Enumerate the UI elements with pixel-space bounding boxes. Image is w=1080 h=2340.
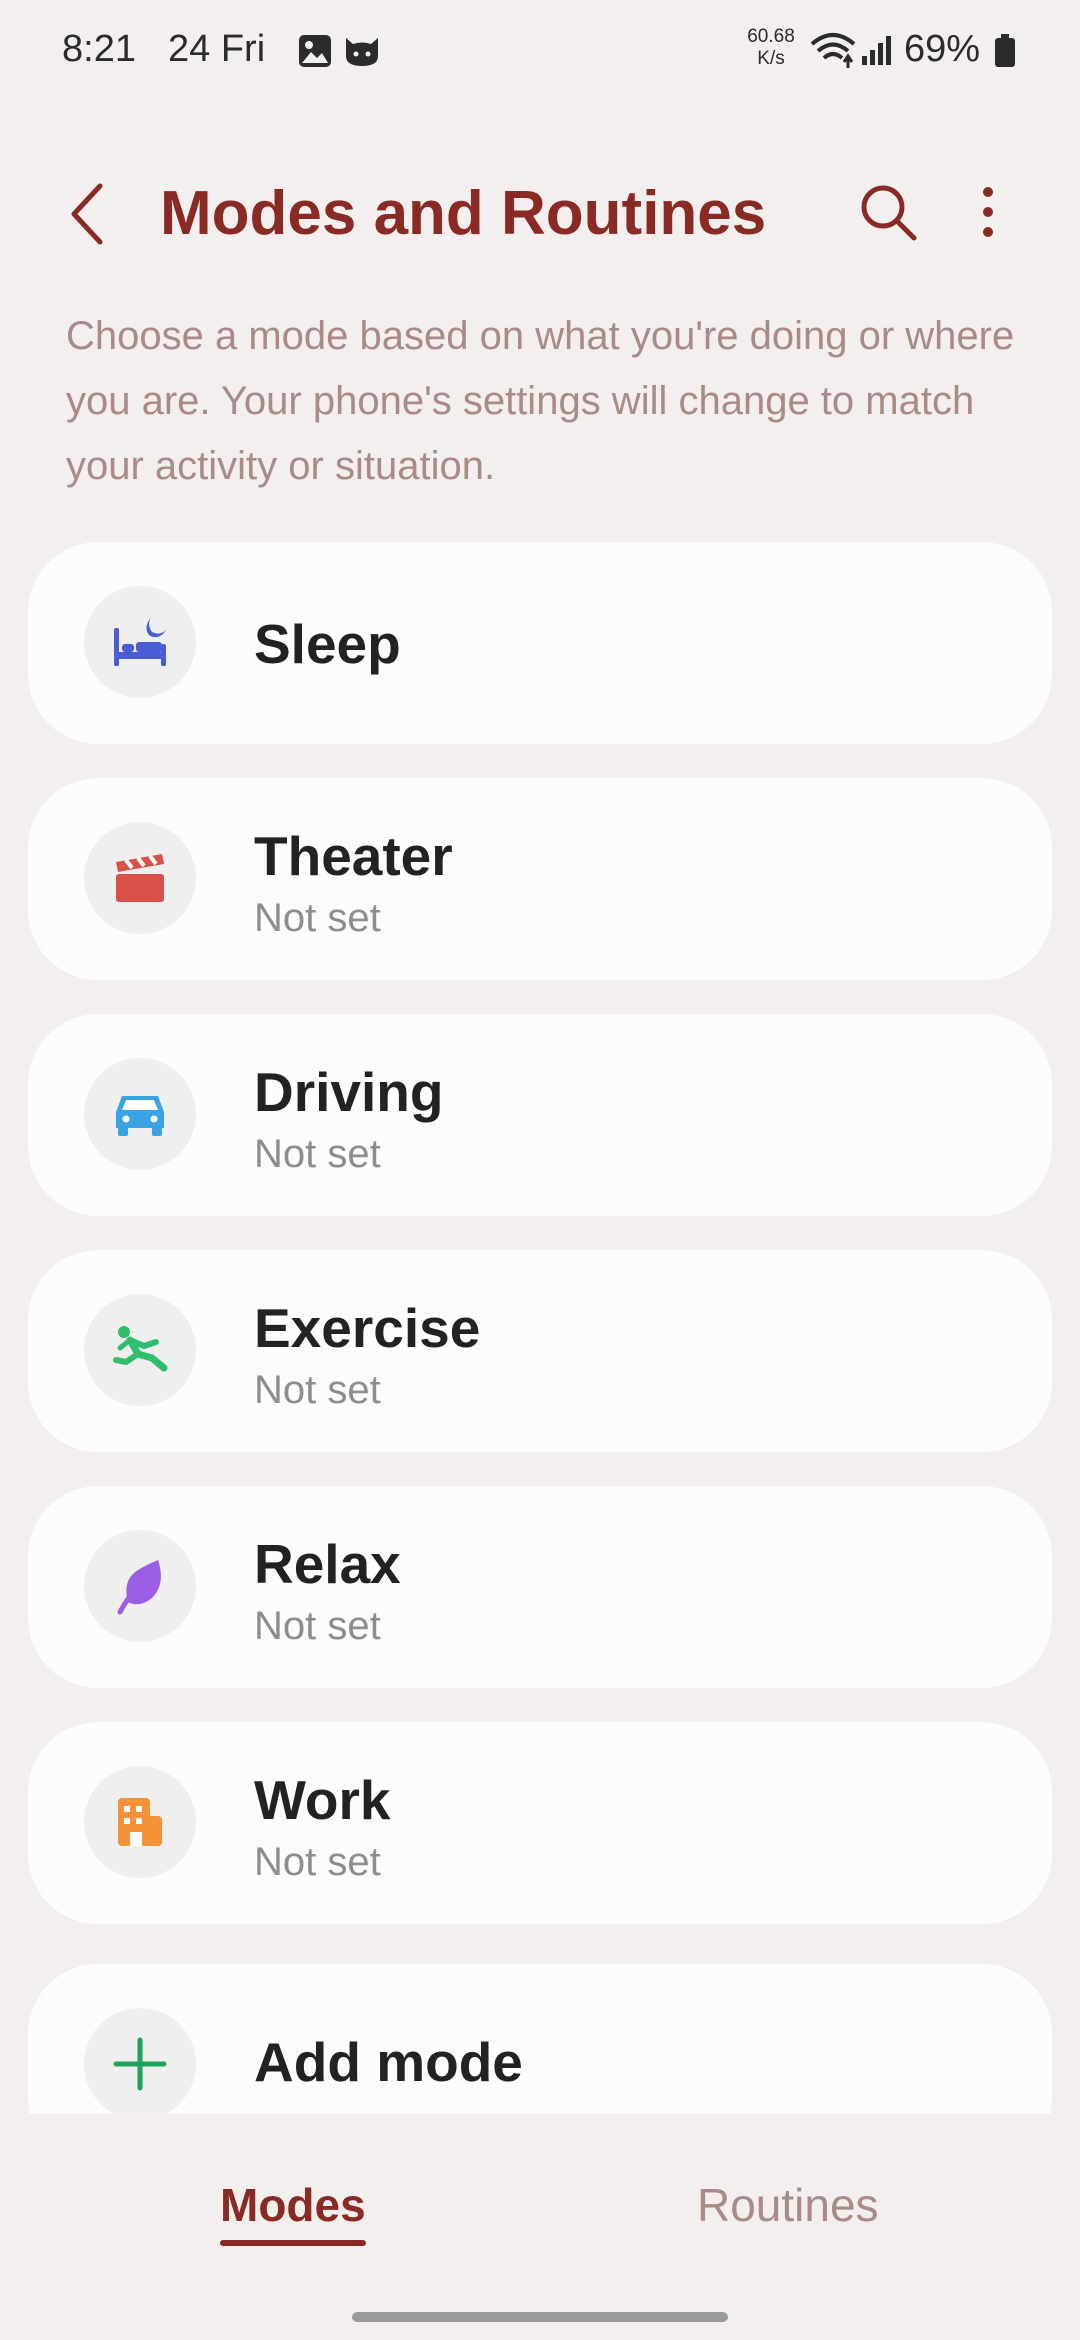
- tab-modes[interactable]: Modes: [220, 2178, 366, 2232]
- network-speed-value: 60.68: [747, 26, 795, 47]
- mode-card-sleep[interactable]: Sleep: [28, 542, 1052, 744]
- mode-status: Not set: [254, 1368, 381, 1412]
- network-speed-unit: K/s: [757, 48, 785, 69]
- status-bar: 8:21 24 Fri 60.68 K/s 69%: [0, 0, 1080, 100]
- active-tab-indicator: [220, 2240, 366, 2246]
- more-options-button[interactable]: [960, 180, 1016, 244]
- signal-icon: [860, 34, 894, 71]
- mode-status: Not set: [254, 1604, 381, 1648]
- mode-card-work[interactable]: Work Not set: [28, 1722, 1052, 1924]
- plus-icon: [84, 2008, 196, 2114]
- add-mode-button[interactable]: Add mode: [28, 1964, 1052, 2114]
- mode-card-theater[interactable]: Theater Not set: [28, 778, 1052, 980]
- mode-name: Theater: [254, 825, 453, 887]
- home-indicator[interactable]: [352, 2312, 728, 2322]
- mode-status: Not set: [254, 1132, 381, 1176]
- mode-card-relax[interactable]: Relax Not set: [28, 1486, 1052, 1688]
- modes-list: Sleep Theater Not set Driving Not set Ex…: [28, 542, 1052, 2114]
- search-button[interactable]: [856, 180, 920, 244]
- bottom-tab-bar: Modes Routines: [0, 2114, 1080, 2340]
- page-description: Choose a mode based on what you're doing…: [66, 314, 1015, 488]
- back-button[interactable]: [62, 178, 118, 250]
- mode-card-driving[interactable]: Driving Not set: [28, 1014, 1052, 1216]
- wifi-icon: [810, 30, 856, 75]
- mode-name: Sleep: [254, 613, 401, 675]
- mode-name: Driving: [254, 1061, 444, 1123]
- status-date: 24 Fri: [168, 28, 266, 70]
- cat-app-icon: [342, 34, 382, 73]
- leaf-icon: [84, 1530, 196, 1642]
- mode-status: Not set: [254, 1840, 381, 1884]
- more-vertical-icon: [983, 187, 993, 237]
- mode-card-exercise[interactable]: Exercise Not set: [28, 1250, 1052, 1452]
- battery-icon: [994, 34, 1016, 73]
- car-icon: [84, 1058, 196, 1170]
- mode-status: Not set: [254, 896, 381, 940]
- search-icon: [861, 185, 917, 241]
- page-title: Modes and Routines: [160, 179, 767, 248]
- mode-name: Relax: [254, 1533, 401, 1595]
- status-time: 8:21: [62, 28, 136, 70]
- mode-name: Exercise: [254, 1297, 481, 1359]
- mode-name: Work: [254, 1769, 391, 1831]
- battery-percent: 69%: [904, 28, 981, 70]
- gallery-icon: [298, 34, 332, 73]
- running-person-icon: [84, 1294, 196, 1406]
- bed-moon-icon: [84, 586, 196, 698]
- building-icon: [84, 1766, 196, 1878]
- network-speed: 60.68 K/s: [740, 26, 802, 70]
- chevron-left-icon: [71, 183, 103, 245]
- tab-routines[interactable]: Routines: [697, 2178, 879, 2232]
- add-mode-label: Add mode: [254, 2031, 523, 2093]
- clapperboard-icon: [84, 822, 196, 934]
